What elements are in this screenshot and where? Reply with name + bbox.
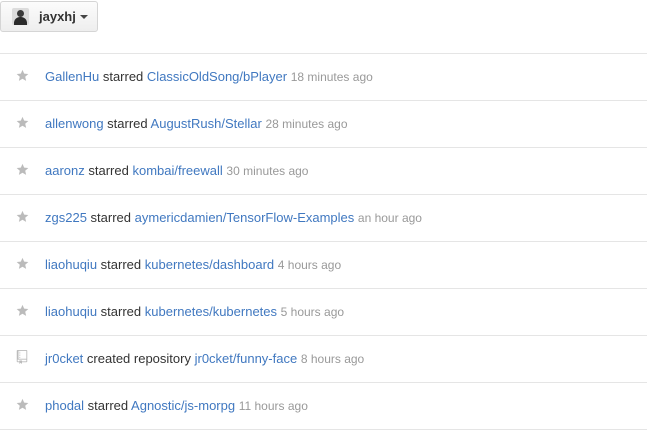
- star-icon: [15, 303, 29, 317]
- action-text: starred: [100, 257, 142, 272]
- repo-link[interactable]: ClassicOldSong/bPlayer: [147, 69, 287, 84]
- star-icon: [15, 209, 29, 223]
- repo-link[interactable]: aymericdamien/TensorFlow-Examples: [135, 210, 355, 225]
- feed-item: allenwong starred AugustRush/Stellar 28 …: [0, 101, 647, 148]
- top-bar: jayxhj: [0, 0, 647, 48]
- account-switcher-button[interactable]: jayxhj: [0, 1, 98, 32]
- timestamp: 4 hours ago: [277, 258, 342, 272]
- feed-item: liaohuqiu starred kubernetes/kubernetes …: [0, 289, 647, 336]
- avatar: [12, 8, 29, 25]
- timestamp: 30 minutes ago: [226, 164, 309, 178]
- actor-link[interactable]: GallenHu: [45, 69, 99, 84]
- action-text: starred: [88, 163, 129, 178]
- action-text: starred: [90, 210, 132, 225]
- feed-item: zgs225 starred aymericdamien/TensorFlow-…: [0, 195, 647, 242]
- repo-link[interactable]: jr0cket/funny-face: [195, 351, 298, 366]
- action-text: starred: [102, 69, 144, 84]
- timestamp: 11 hours ago: [238, 399, 308, 413]
- feed-item: aaronz starred kombai/freewall 30 minute…: [0, 148, 647, 195]
- timestamp: 18 minutes ago: [290, 70, 373, 84]
- actor-link[interactable]: liaohuqiu: [45, 304, 97, 319]
- feed-item: liaohuqiu starred kubernetes/dashboard 4…: [0, 242, 647, 289]
- feed-item: phodal starred Agnostic/js-morpg 11 hour…: [0, 383, 647, 430]
- star-icon: [15, 115, 29, 129]
- actor-link[interactable]: zgs225: [45, 210, 87, 225]
- action-text: starred: [87, 398, 129, 413]
- action-text: starred: [107, 116, 148, 131]
- repo-link[interactable]: kubernetes/kubernetes: [145, 304, 277, 319]
- actor-link[interactable]: liaohuqiu: [45, 257, 97, 272]
- caret-down-icon: [79, 15, 88, 19]
- star-icon: [15, 162, 29, 176]
- star-icon: [15, 68, 29, 82]
- actor-link[interactable]: phodal: [45, 398, 84, 413]
- action-text: starred: [100, 304, 142, 319]
- feed-item: jr0cket created repository jr0cket/funny…: [0, 336, 647, 383]
- star-icon: [15, 256, 29, 270]
- action-text: created repository: [86, 351, 191, 366]
- account-name: jayxhj: [39, 9, 76, 24]
- timestamp: an hour ago: [357, 211, 422, 225]
- star-icon: [15, 397, 29, 411]
- repo-link[interactable]: Agnostic/js-morpg: [131, 398, 235, 413]
- timestamp: 8 hours ago: [300, 352, 365, 366]
- actor-link[interactable]: jr0cket: [45, 351, 83, 366]
- timestamp: 5 hours ago: [280, 305, 345, 319]
- actor-link[interactable]: aaronz: [45, 163, 85, 178]
- repo-link[interactable]: kubernetes/dashboard: [145, 257, 274, 272]
- repo-icon: [15, 350, 29, 364]
- repo-link[interactable]: AugustRush/Stellar: [151, 116, 262, 131]
- actor-link[interactable]: allenwong: [45, 116, 104, 131]
- timestamp: 28 minutes ago: [265, 117, 348, 131]
- feed-item: GallenHu starred ClassicOldSong/bPlayer …: [0, 54, 647, 101]
- repo-link[interactable]: kombai/freewall: [132, 163, 222, 178]
- news-feed: GallenHu starred ClassicOldSong/bPlayer …: [0, 54, 647, 430]
